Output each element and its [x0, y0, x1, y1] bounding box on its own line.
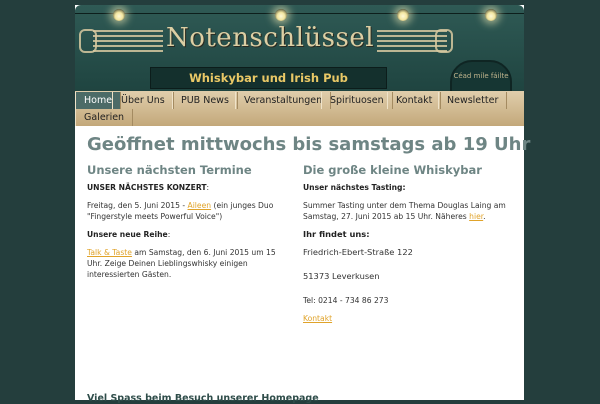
- concert-label-paragraph: UNSER NÄCHSTES KONZERT:: [87, 183, 210, 192]
- city-address: 51373 Leverkusen: [303, 271, 380, 281]
- lamp-icon: [113, 9, 125, 21]
- street-address: Friedrich-Ebert-Straße 122: [303, 247, 413, 257]
- lamp-icon: [275, 9, 287, 21]
- celtic-knot-icon: [435, 29, 453, 53]
- nav-item-veranstaltungen[interactable]: Veranstaltungen: [235, 92, 332, 109]
- header-banner: Notenschlüssel Whiskybar und Irish Pub L…: [75, 5, 524, 92]
- find-us-label: Ihr findet uns:: [303, 229, 370, 239]
- lamp-icon: [485, 9, 497, 21]
- contact-paragraph: Kontakt: [303, 313, 515, 324]
- talk-taste-link[interactable]: Talk & Taste: [87, 248, 132, 257]
- concert-date: Freitag, den 5. Juni 2015 -: [87, 201, 188, 210]
- nav-item-spirituosen[interactable]: Spirituosen: [321, 92, 393, 109]
- series-label-paragraph: Unsere neue Reihe:: [87, 230, 171, 239]
- events-column: Unsere nächsten Termine UNSER NÄCHSTES K…: [87, 163, 287, 287]
- whiskybar-column: Die große kleine Whiskybar Unser nächste…: [303, 163, 515, 331]
- nav-item-newsletter[interactable]: Newsletter: [438, 92, 508, 109]
- events-title: Unsere nächsten Termine: [87, 163, 252, 177]
- tasting-details-link[interactable]: hier: [469, 212, 483, 221]
- site-title[interactable]: Notenschlüssel: [165, 23, 375, 53]
- phone-number: Tel: 0214 - 734 86 273: [303, 296, 389, 305]
- site-container: Notenschlüssel Whiskybar und Irish Pub L…: [75, 5, 531, 404]
- nav-item-ueber-uns[interactable]: Über Uns: [112, 92, 174, 109]
- find-us-paragraph: Ihr findet uns:: [303, 229, 515, 240]
- nav-item-galerien[interactable]: Galerien: [75, 109, 134, 126]
- tasting-label: Unser nächstes Tasting:: [303, 183, 406, 192]
- site-subtitle: Whiskybar und Irish Pub Leverkusen: [150, 67, 387, 92]
- main-navigation: Home Über Uns PUB News Veranstaltungen S…: [75, 91, 524, 126]
- nav-item-kontakt[interactable]: Kontakt: [387, 92, 442, 109]
- tasting-paragraph: Summer Tasting unter dem Thema Douglas L…: [303, 201, 506, 221]
- concert-label: UNSER NÄCHSTES KONZERT: [87, 183, 207, 192]
- lamp-wire: [75, 13, 524, 14]
- contact-link[interactable]: Kontakt: [303, 314, 332, 323]
- tasting-label-paragraph: Unser nächstes Tasting:: [303, 182, 515, 193]
- lamp-icon: [397, 9, 409, 21]
- pub-sign: Céad míle fáilte: [450, 60, 512, 92]
- concert-artist-link[interactable]: Aileen: [188, 201, 212, 210]
- whiskybar-title: Die große kleine Whiskybar: [303, 163, 482, 177]
- page-heading: Geöffnet mittwochs bis samstags ab 19 Uh…: [87, 134, 531, 155]
- series-label: Unsere neue Reihe: [87, 230, 168, 239]
- series-paragraph: Talk & Taste am Samstag, den 6. Juni 201…: [87, 247, 287, 280]
- welcome-footer-text: Viel Spass beim Besuch unserer Homepage: [87, 393, 319, 404]
- decorative-lines: [93, 30, 163, 52]
- concert-paragraph: Freitag, den 5. Juni 2015 - Aileen (ein …: [87, 200, 287, 222]
- nav-item-pub-news[interactable]: PUB News: [172, 92, 238, 109]
